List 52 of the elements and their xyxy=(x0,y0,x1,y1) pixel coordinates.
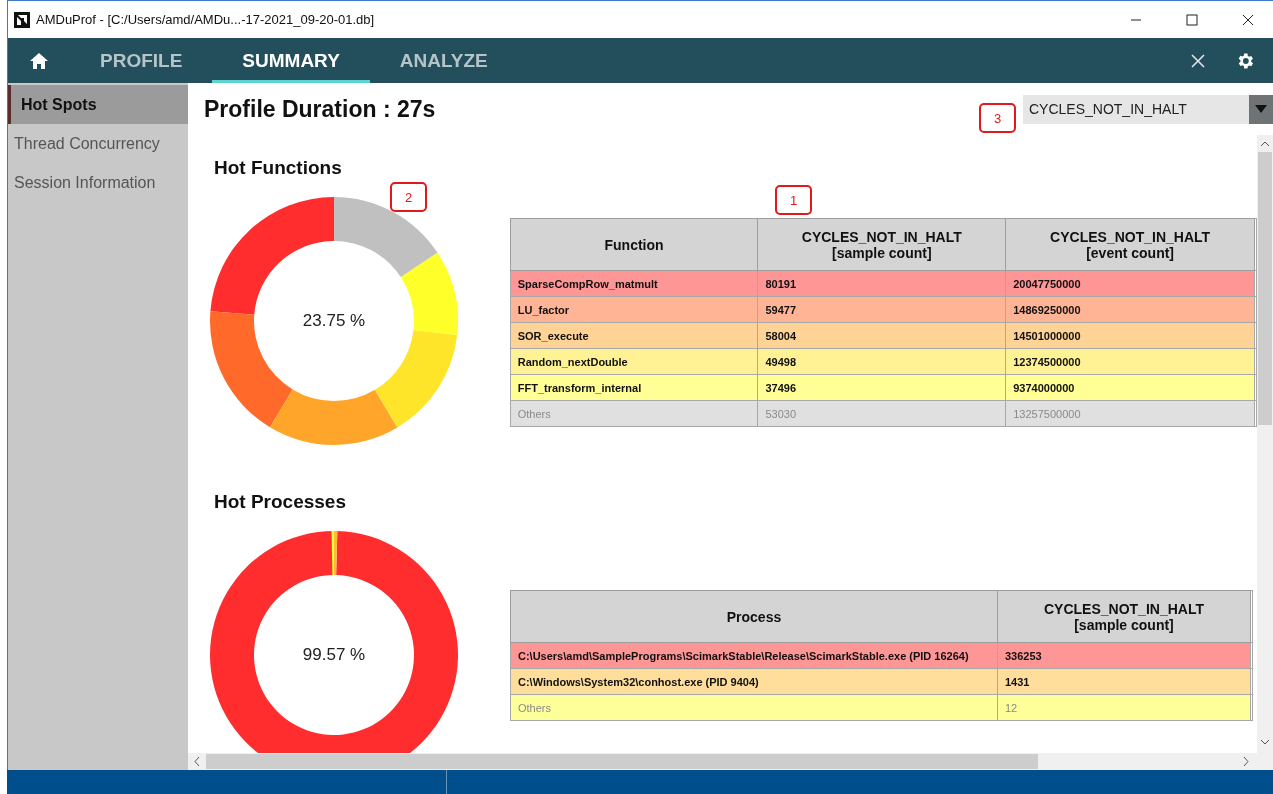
nav-tab[interactable]: PROFILE xyxy=(70,38,213,83)
table-cell: 59477 xyxy=(757,296,1006,323)
nav-tab[interactable]: ANALYZE xyxy=(369,38,518,83)
table-cell: 58004 xyxy=(757,322,1006,349)
table-cell: C:\Users\amd\SamplePrograms\ScimarkStable\Release\ScimarkStable.exe (PID 16264) xyxy=(510,642,998,669)
column-header[interactable]: CYCLES_NOT_IN_HALT [event count] xyxy=(1005,218,1255,271)
horizontal-scrollbar[interactable] xyxy=(188,753,1273,770)
table-cell: 1431 xyxy=(997,668,1251,695)
column-header[interactable]: Function xyxy=(510,218,758,271)
table-cell: Others xyxy=(510,400,758,427)
table-cell: 13257500000 xyxy=(1005,400,1255,427)
page-heading: Profile Duration : 27s xyxy=(204,95,436,123)
home-icon[interactable] xyxy=(30,52,48,69)
table-cell: Others xyxy=(510,694,998,721)
table-cell: 336253 xyxy=(997,642,1251,669)
sidebar-item[interactable]: Hot Spots xyxy=(8,85,188,124)
column-header[interactable]: Process xyxy=(510,590,998,643)
sidebar-item[interactable]: Thread Concurrency xyxy=(8,124,188,163)
table-cell: LU_factor xyxy=(510,296,758,323)
percentage-label: 99.57 % xyxy=(302,645,366,665)
callout-marker: 2 xyxy=(390,182,427,212)
table-cell: Random_nextDouble xyxy=(510,348,758,375)
maximize-icon[interactable] xyxy=(1186,13,1198,26)
sidebar-item[interactable]: Session Information xyxy=(8,163,188,202)
vertical-scrollbar[interactable] xyxy=(1257,135,1273,753)
section-title: Hot Processes xyxy=(214,491,347,513)
column-header[interactable]: CYCLES_NOT_IN_HALT [sample count] xyxy=(757,218,1006,271)
table-cell: 37496 xyxy=(757,374,1006,401)
table-cell: 12374500000 xyxy=(1005,348,1255,375)
nav-tab[interactable]: SUMMARY xyxy=(212,38,370,83)
event-dropdown[interactable]: CYCLES_NOT_IN_HALT xyxy=(1023,94,1273,124)
app-logo-icon xyxy=(14,11,30,28)
table-cell: 80191 xyxy=(757,270,1006,297)
table-cell: SparseCompRow_matmult xyxy=(510,270,758,297)
section-title: Hot Functions xyxy=(214,157,343,179)
close-icon[interactable] xyxy=(1242,13,1254,26)
table-cell: 14501000000 xyxy=(1005,322,1255,349)
caret-icon xyxy=(1255,105,1267,113)
table-cell: 20047750000 xyxy=(1005,270,1255,297)
column-header[interactable]: CYCLES_NOT_IN_HALT [sample count] xyxy=(997,590,1251,643)
callout-marker: 1 xyxy=(775,185,812,215)
table-cell: 49498 xyxy=(757,348,1006,375)
callout-marker: 3 xyxy=(979,103,1016,133)
table-cell: FFT_transform_internal xyxy=(510,374,758,401)
table-cell: 12 xyxy=(997,694,1251,721)
table-cell: 9374000000 xyxy=(1005,374,1255,401)
table-cell: 14869250000 xyxy=(1005,296,1255,323)
table-cell: C:\Windows\System32\conhost.exe (PID 9404) xyxy=(510,668,998,695)
table-cell: SOR_execute xyxy=(510,322,758,349)
table-cell: 53030 xyxy=(757,400,1006,427)
percentage-label: 23.75 % xyxy=(302,311,366,331)
window-title: AMDuProf - [C:/Users/amd/AMDu...-17-2021_09-20-01.db] xyxy=(36,12,376,27)
